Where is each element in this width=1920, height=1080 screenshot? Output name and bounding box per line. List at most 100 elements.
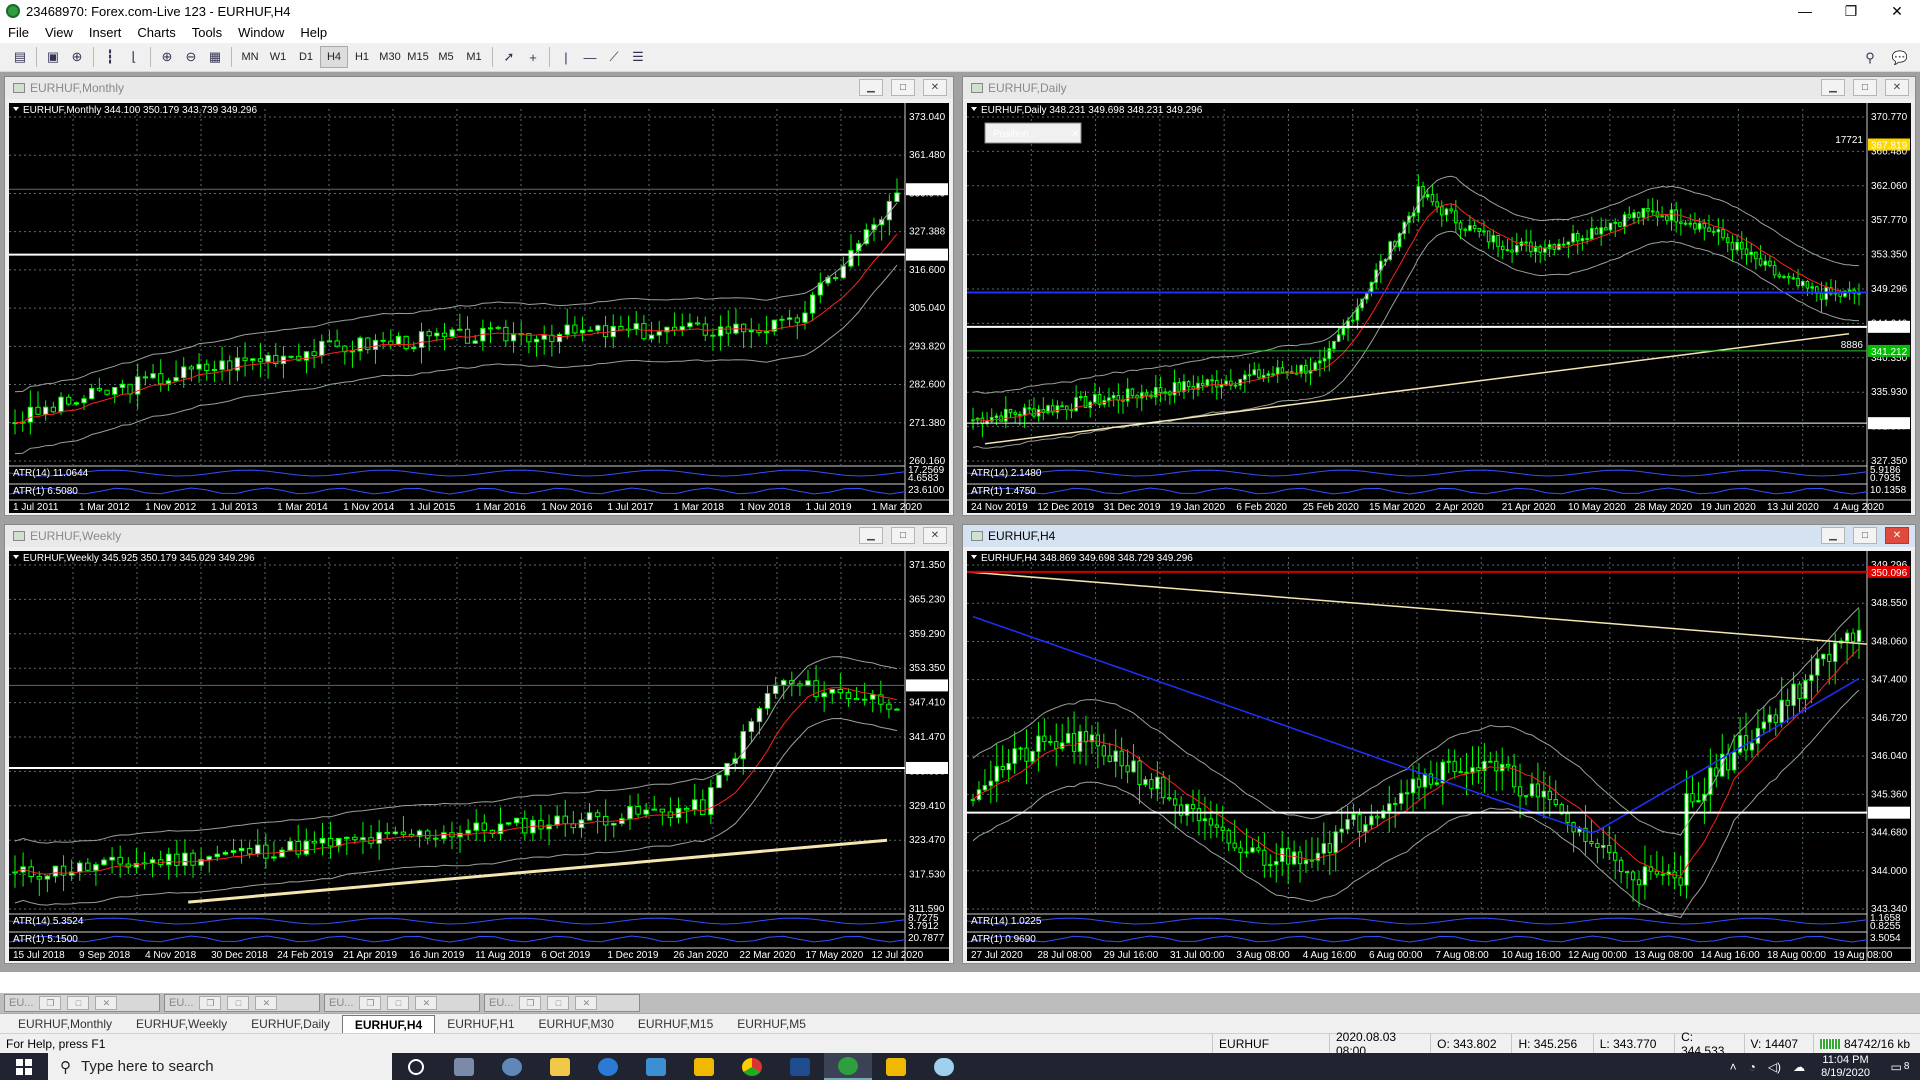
tab-h1[interactable]: EURHUF,H1 (435, 1015, 526, 1033)
new-chart-icon[interactable]: ▤ (8, 46, 32, 68)
search-icon[interactable]: ⚲ (1858, 47, 1882, 69)
tf-m30[interactable]: M30 (376, 46, 404, 68)
close-icon[interactable]: ✕ (255, 996, 278, 1010)
crosshair-icon[interactable]: + (521, 46, 545, 68)
chrome-icon[interactable] (728, 1053, 776, 1080)
tab-h4[interactable]: EURHUF,H4 (341, 1015, 436, 1033)
chevron-up-icon[interactable]: ˄ (1724, 1060, 1743, 1074)
tf-m5[interactable]: M5 (432, 46, 460, 68)
restore-icon[interactable]: ❐ (359, 996, 382, 1010)
tf-d1[interactable]: D1 (292, 46, 320, 68)
chart-caption[interactable]: EURHUF,Monthly ▁ □ ✕ (5, 77, 953, 99)
taskbar-search[interactable]: ⚲ Type here to search (48, 1053, 392, 1080)
maximize-icon[interactable]: □ (67, 996, 90, 1010)
chart-window-monthly[interactable]: EURHUF,Monthly ▁□✕ 373.040361.480339.040… (4, 76, 954, 516)
tab-monthly[interactable]: EURHUF,Monthly (6, 1015, 124, 1033)
minimize-icon[interactable]: ▁ (1821, 527, 1845, 544)
network-icon[interactable]: ◔ (1743, 1060, 1762, 1074)
close-icon[interactable]: ✕ (1885, 527, 1909, 544)
vertical-line-icon[interactable]: | (554, 46, 578, 68)
tf-m15[interactable]: M15 (404, 46, 432, 68)
tf-h4[interactable]: H4 (320, 46, 348, 68)
minimize-icon[interactable]: ▁ (859, 79, 883, 96)
profiles-icon[interactable]: ▣ (41, 46, 65, 68)
restore-icon[interactable]: ❐ (39, 996, 62, 1010)
chart-plot[interactable]: 373.040361.480339.040327.388316.600305.0… (9, 103, 949, 513)
tab-m15[interactable]: EURHUF,M15 (626, 1015, 725, 1033)
tab-m5[interactable]: EURHUF,M5 (725, 1015, 818, 1033)
maximize-icon[interactable]: □ (227, 996, 250, 1010)
restore-icon[interactable]: ❐ (519, 996, 542, 1010)
tf-mn[interactable]: MN (236, 46, 264, 68)
close-icon[interactable]: ✕ (1885, 79, 1909, 96)
menu-window[interactable]: Window (230, 25, 292, 40)
cloud-icon[interactable] (920, 1053, 968, 1080)
maximize-icon[interactable]: □ (547, 996, 570, 1010)
close-icon[interactable]: ✕ (95, 996, 118, 1010)
tab-m30[interactable]: EURHUF,M30 (527, 1015, 626, 1033)
menu-file[interactable]: File (0, 25, 37, 40)
trendline-icon[interactable]: ⟋ (602, 46, 626, 68)
maximize-icon[interactable]: □ (1853, 79, 1877, 96)
restore-icon[interactable]: ❐ (1828, 0, 1874, 22)
zoom-out-icon[interactable]: ⊖ (179, 46, 203, 68)
minimized-chart[interactable]: EU... ❐ □ ✕ (324, 994, 480, 1012)
bar-chart-icon[interactable]: ┇ (98, 46, 122, 68)
close-icon[interactable]: ✕ (575, 996, 598, 1010)
onedrive-icon[interactable]: ☁ (1787, 1060, 1811, 1074)
file-explorer-icon[interactable] (536, 1053, 584, 1080)
tab-daily[interactable]: EURHUF,Daily (239, 1015, 342, 1033)
chart-plot[interactable]: 371.350 365.230 359.290 353.350 347.410 341.4… (9, 551, 949, 961)
cursor-icon[interactable]: ➚ (497, 46, 521, 68)
app-icon-1[interactable] (440, 1053, 488, 1080)
notifications-icon[interactable]: ▭ 8 (1880, 1053, 1920, 1080)
app-icon-5[interactable] (872, 1053, 920, 1080)
zoom-in-icon[interactable]: ⊕ (155, 46, 179, 68)
chart-caption[interactable]: EURHUF,Weekly ▁ □ ✕ (5, 525, 953, 547)
chart-window-h4[interactable]: EURHUF,H4 ▁ □ ✕ 349.296 348.550 348.060 347.4… (962, 524, 1916, 964)
chart-plot[interactable]: 349.296 348.550 348.060 347.400 346.720 346.0… (967, 551, 1911, 961)
maximize-icon[interactable]: □ (1853, 527, 1877, 544)
edge-icon[interactable] (584, 1053, 632, 1080)
maximize-icon[interactable]: □ (891, 527, 915, 544)
minimize-icon[interactable]: ▁ (859, 527, 883, 544)
close-icon[interactable]: ✕ (415, 996, 438, 1010)
crosshair-target-icon[interactable]: ⊕ (65, 46, 89, 68)
tile-windows-icon[interactable]: ▦ (203, 46, 227, 68)
chart-caption[interactable]: EURHUF,Daily ▁ □ ✕ (963, 77, 1915, 99)
tab-weekly[interactable]: EURHUF,Weekly (124, 1015, 239, 1033)
metatrader-icon[interactable] (824, 1053, 872, 1080)
close-icon[interactable]: ✕ (923, 527, 947, 544)
app-icon-3[interactable] (632, 1053, 680, 1080)
task-view-icon[interactable] (392, 1053, 440, 1080)
line-chart-icon[interactable]: ⌊ (122, 46, 146, 68)
maximize-icon[interactable]: □ (387, 996, 410, 1010)
clock[interactable]: 11:04 PM 8/19/2020 (1811, 1054, 1880, 1080)
chart-window-daily[interactable]: EURHUF,Daily ▁ □ ✕ 370.770 366.480 362.060 35… (962, 76, 1916, 516)
chart-plot[interactable]: 370.770 366.480 362.060 357.770 353.350 349.2… (967, 103, 1911, 513)
menu-tools[interactable]: Tools (184, 25, 230, 40)
minimize-icon[interactable]: — (1782, 0, 1828, 22)
minimized-chart[interactable]: EU... ❐ □ ✕ (164, 994, 320, 1012)
chart-caption[interactable]: EURHUF,H4 ▁ □ ✕ (963, 525, 1915, 547)
tf-m1[interactable]: M1 (460, 46, 488, 68)
app-icon-2[interactable] (488, 1053, 536, 1080)
volume-icon[interactable]: ◁) (1762, 1060, 1787, 1074)
minimized-chart[interactable]: EU... ❐ □ ✕ (484, 994, 640, 1012)
start-button[interactable] (0, 1053, 48, 1080)
tf-h1[interactable]: H1 (348, 46, 376, 68)
maximize-icon[interactable]: □ (891, 79, 915, 96)
minimized-chart[interactable]: EU... ❐ □ ✕ (4, 994, 160, 1012)
channel-icon[interactable]: ☰ (626, 46, 650, 68)
menu-help[interactable]: Help (292, 25, 335, 40)
restore-icon[interactable]: ❐ (199, 996, 222, 1010)
chart-window-weekly[interactable]: EURHUF,Weekly ▁ □ ✕ 371.350 365.230 359.290 3… (4, 524, 954, 964)
close-icon[interactable]: ✕ (923, 79, 947, 96)
menu-view[interactable]: View (37, 25, 81, 40)
app-icon-4[interactable] (680, 1053, 728, 1080)
menu-charts[interactable]: Charts (129, 25, 183, 40)
chat-icon[interactable]: 💬 (1888, 47, 1912, 69)
fxcm-icon[interactable] (776, 1053, 824, 1080)
menu-insert[interactable]: Insert (81, 25, 130, 40)
close-icon[interactable]: ✕ (1874, 0, 1920, 22)
